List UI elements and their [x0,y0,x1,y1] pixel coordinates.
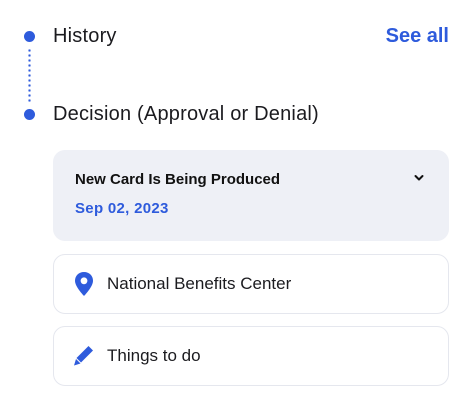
timeline-dot-decision [24,109,35,120]
status-title: New Card Is Being Produced [75,171,281,188]
status-card[interactable]: New Card Is Being Produced Sep 02, 2023 [53,150,449,241]
timeline-dot-history [24,31,35,42]
things-to-do-card[interactable]: Things to do [53,326,449,386]
office-link-card[interactable]: National Benefits Center [53,254,449,314]
things-to-do-label: Things to do [107,346,201,365]
location-pin-icon [75,272,93,296]
status-date: Sep 02, 2023 [75,200,169,217]
see-all-link[interactable]: See all [386,25,449,48]
decision-heading: Decision (Approval or Denial) [53,103,319,125]
history-heading: History [53,25,117,47]
chevron-down-icon[interactable] [413,172,425,184]
pencil-icon [74,346,93,366]
timeline-connector [28,48,31,104]
office-label: National Benefits Center [107,274,292,293]
